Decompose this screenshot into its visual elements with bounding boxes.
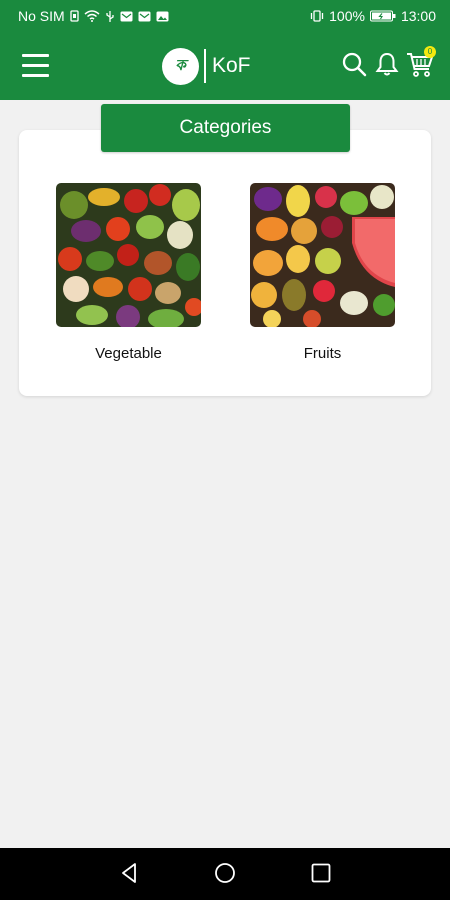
- logo-mark: ক: [162, 47, 199, 85]
- menu-button[interactable]: [22, 54, 50, 78]
- category-vegetable[interactable]: Vegetable: [56, 183, 201, 362]
- app-header: ক KoF 0: [0, 32, 450, 100]
- carrier-text: No SIM: [18, 8, 65, 24]
- home-icon[interactable]: [214, 862, 236, 884]
- back-icon[interactable]: [119, 862, 141, 884]
- categories-title: Categories: [101, 104, 350, 152]
- system-nav-bar: [0, 848, 450, 900]
- cart-button[interactable]: 0: [406, 46, 436, 80]
- status-left: No SIM: [18, 8, 169, 24]
- sim-icon: [70, 10, 79, 22]
- logo-text: KoF: [212, 54, 251, 77]
- menu-icon-bar-top: [22, 54, 49, 57]
- vegetable-image: [56, 183, 201, 327]
- clock-time: 13:00: [400, 8, 436, 24]
- category-label-fruits: Fruits: [303, 345, 342, 362]
- logo-divider: [204, 49, 206, 83]
- category-label-vegetable: Vegetable: [95, 345, 162, 362]
- menu-icon-bar-middle: [22, 64, 49, 67]
- notification-bell-icon[interactable]: [375, 52, 399, 77]
- mail-icon: [120, 11, 133, 21]
- recents-icon[interactable]: [310, 862, 332, 884]
- usb-icon: [106, 10, 114, 22]
- fruits-image: [250, 183, 395, 327]
- vibrate-icon: [310, 10, 324, 22]
- app-logo[interactable]: ক KoF: [162, 46, 251, 86]
- battery-percent: 100%: [329, 8, 365, 24]
- gallery-icon: [156, 11, 169, 21]
- search-icon[interactable]: [342, 52, 367, 77]
- status-bar: No SIM 100% 13:00: [0, 0, 450, 32]
- category-fruits[interactable]: Fruits: [250, 183, 395, 362]
- status-right: 100% 13:00: [310, 8, 436, 24]
- cart-count-badge: 0: [424, 46, 436, 58]
- wifi-icon: [84, 10, 100, 22]
- menu-icon-bar-bottom: [22, 74, 49, 77]
- message-icon: [138, 11, 151, 21]
- battery-icon: [369, 10, 396, 22]
